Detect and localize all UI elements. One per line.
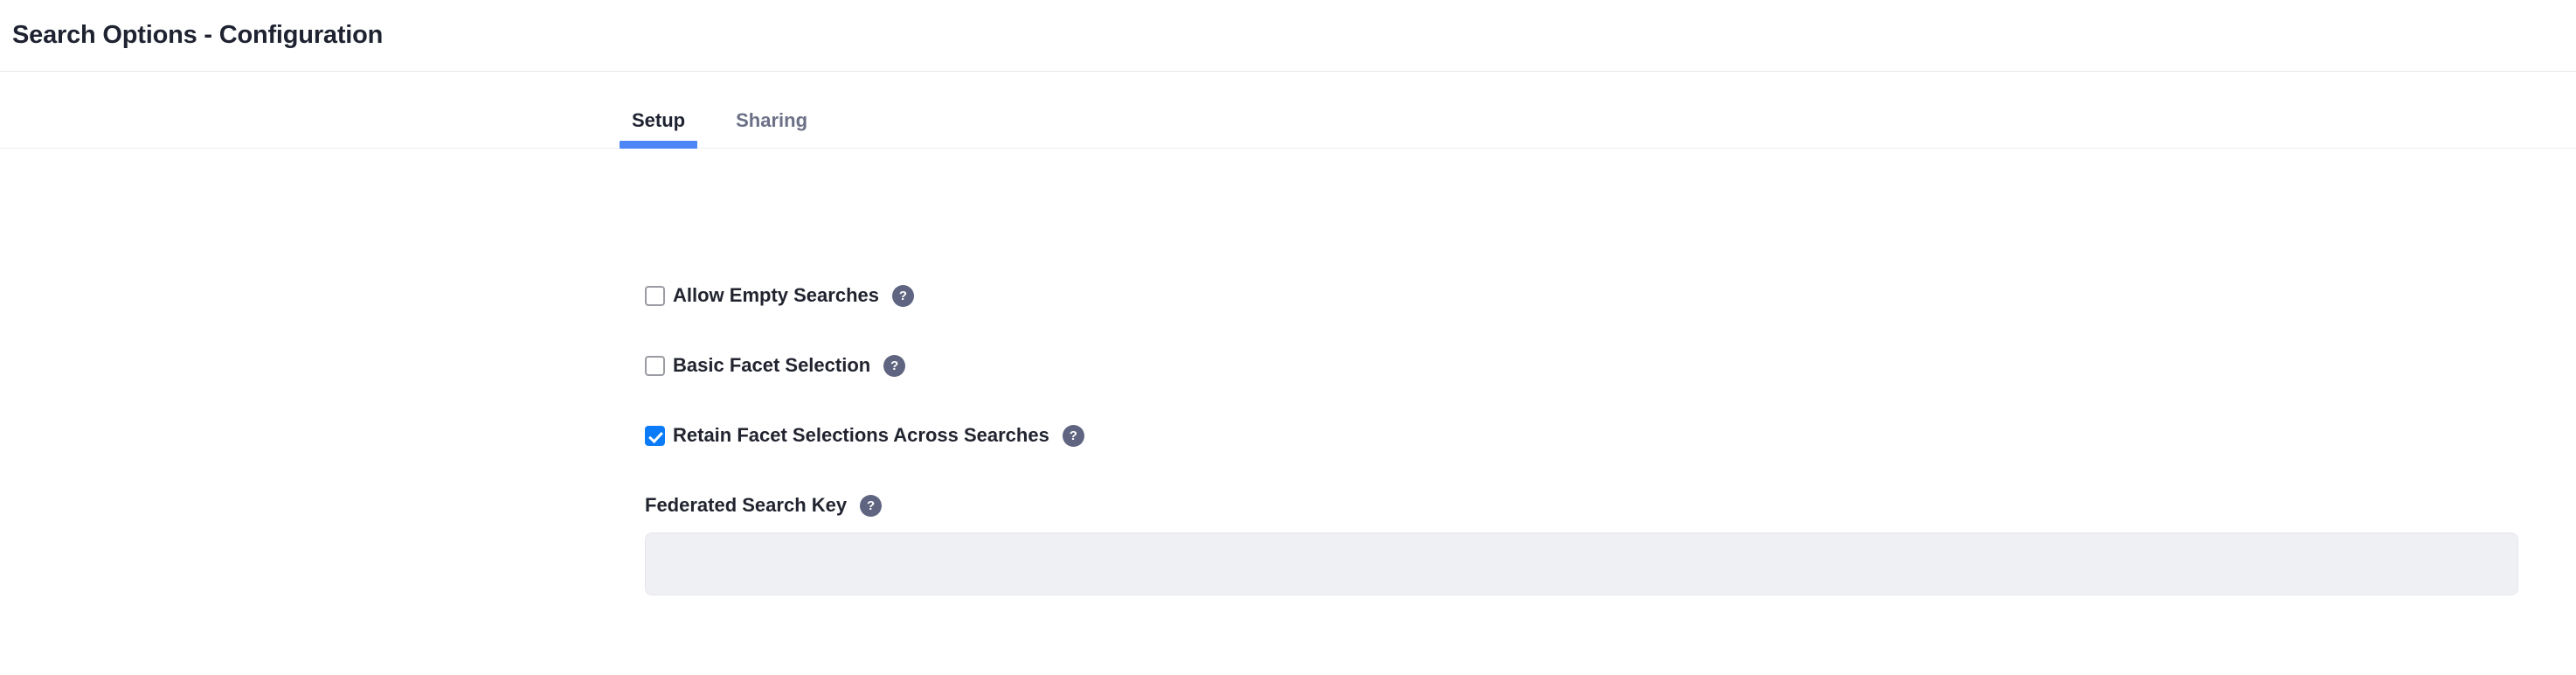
allow-empty-searches-checkbox[interactable] bbox=[645, 285, 665, 306]
federated-search-key-header: Federated Search Key ? bbox=[645, 494, 2518, 517]
basic-facet-selection-checkbox[interactable] bbox=[645, 355, 665, 376]
federated-search-key-label: Federated Search Key bbox=[645, 494, 848, 516]
tab-setup[interactable]: Setup bbox=[620, 109, 698, 149]
allow-empty-searches-label: Allow Empty Searches bbox=[673, 284, 879, 306]
retain-facet-selections-label: Retain Facet Selections Across Searches bbox=[673, 424, 1049, 446]
field-federated-search-key: Federated Search Key ? bbox=[645, 494, 2518, 595]
tab-sharing-label: Sharing bbox=[736, 109, 808, 131]
configuration-form: Allow Empty Searches ? Basic Facet Selec… bbox=[0, 149, 2576, 595]
page-header: Search Options - Configuration bbox=[0, 0, 2576, 72]
help-question-icon[interactable]: ? bbox=[1062, 424, 1084, 447]
retain-facet-selections-checkbox[interactable] bbox=[645, 425, 665, 446]
tab-sharing[interactable]: Sharing bbox=[724, 111, 820, 148]
tab-setup-label: Setup bbox=[632, 109, 686, 131]
page-title: Search Options - Configuration bbox=[12, 21, 384, 49]
help-question-icon[interactable]: ? bbox=[891, 284, 914, 307]
field-allow-empty-searches: Allow Empty Searches ? bbox=[645, 284, 2518, 307]
field-retain-facet-selections: Retain Facet Selections Across Searches … bbox=[645, 424, 2518, 447]
federated-search-key-input[interactable] bbox=[645, 532, 2518, 595]
help-question-icon[interactable]: ? bbox=[883, 354, 906, 377]
field-basic-facet-selection: Basic Facet Selection ? bbox=[645, 354, 2518, 377]
help-question-icon[interactable]: ? bbox=[860, 494, 883, 517]
tab-bar: Setup Sharing bbox=[0, 72, 2576, 149]
basic-facet-selection-label: Basic Facet Selection bbox=[673, 354, 871, 376]
